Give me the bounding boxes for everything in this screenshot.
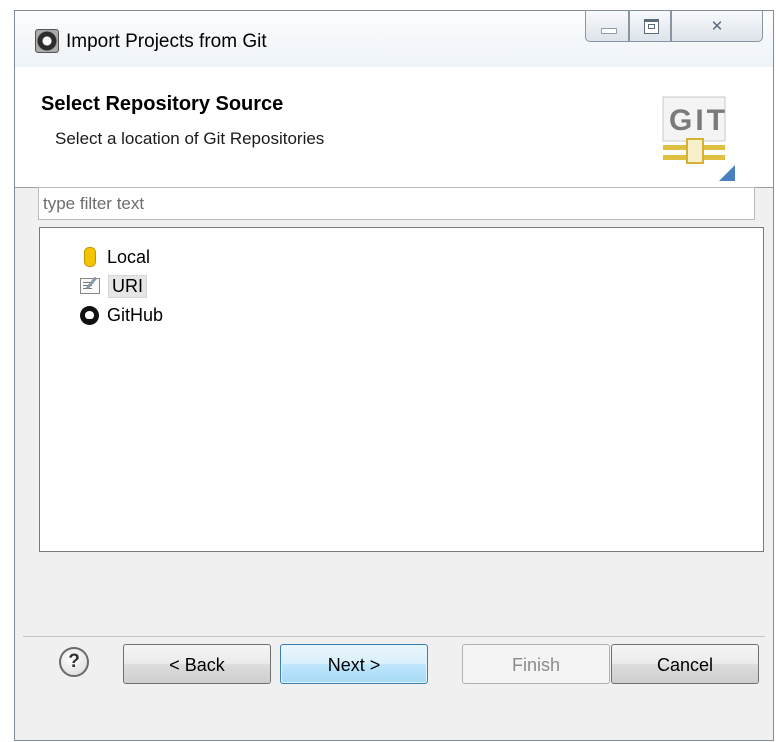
finish-button[interactable]: Finish (462, 644, 610, 684)
eclipse-app-icon (35, 29, 59, 53)
maximize-button[interactable] (629, 11, 671, 42)
repository-icon (84, 247, 96, 267)
filter-input[interactable] (38, 187, 755, 220)
wizard-banner: Select Repository Source Select a locati… (15, 67, 773, 188)
minimize-button[interactable] (585, 11, 629, 42)
maximize-icon (644, 19, 659, 34)
import-dialog: Import Projects from Git ✕ Select Reposi… (14, 10, 774, 741)
git-logo-text: GIT (669, 104, 728, 137)
window-controls: ✕ (585, 11, 763, 43)
back-button[interactable]: < Back (123, 644, 271, 684)
git-logo-icon: GIT (662, 96, 735, 181)
close-icon: ✕ (710, 18, 724, 35)
repository-source-tree[interactable]: Local URI GitHub (39, 227, 764, 552)
tree-item-uri[interactable]: URI (80, 273, 147, 299)
tree-item-label: GitHub (107, 304, 164, 325)
tree-item-label: Local (107, 246, 151, 267)
github-icon (80, 305, 99, 325)
close-button[interactable]: ✕ (671, 11, 763, 42)
window-title: Import Projects from Git (66, 31, 267, 52)
uri-edit-icon (80, 278, 100, 294)
next-button[interactable]: Next > (280, 644, 428, 684)
page-description: Select a location of Git Repositories (55, 129, 325, 148)
footer-divider (23, 636, 765, 637)
title-bar[interactable]: Import Projects from Git ✕ (15, 11, 773, 67)
minimize-icon (601, 28, 617, 34)
cancel-button[interactable]: Cancel (611, 644, 759, 684)
tree-item-local[interactable]: Local (80, 244, 150, 270)
tree-item-github[interactable]: GitHub (80, 302, 163, 328)
tree-item-label: URI (108, 274, 147, 298)
page-title: Select Repository Source (41, 93, 284, 115)
help-button[interactable]: ? (59, 647, 89, 677)
